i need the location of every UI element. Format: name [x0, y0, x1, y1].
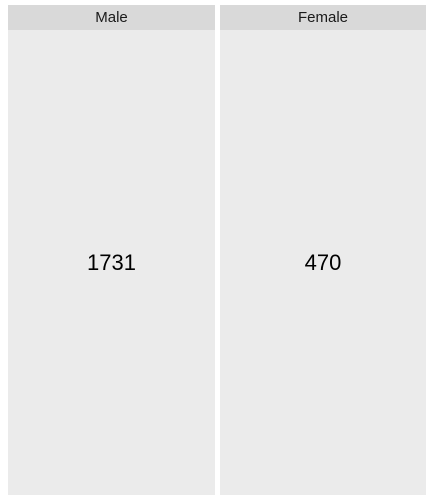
count-label-male: 1731: [87, 249, 136, 275]
panel-background-female: 470: [220, 30, 426, 495]
facet-chart: Male 1731 Female 470: [0, 0, 432, 504]
facet-panel-female: Female 470: [220, 5, 426, 495]
panel-background-male: 1731: [8, 30, 215, 495]
count-label-female: 470: [304, 249, 342, 275]
facet-strip-label-female: Female: [220, 5, 426, 30]
facet-panel-male: Male 1731: [8, 5, 215, 495]
facet-strip-label-male: Male: [8, 5, 215, 30]
